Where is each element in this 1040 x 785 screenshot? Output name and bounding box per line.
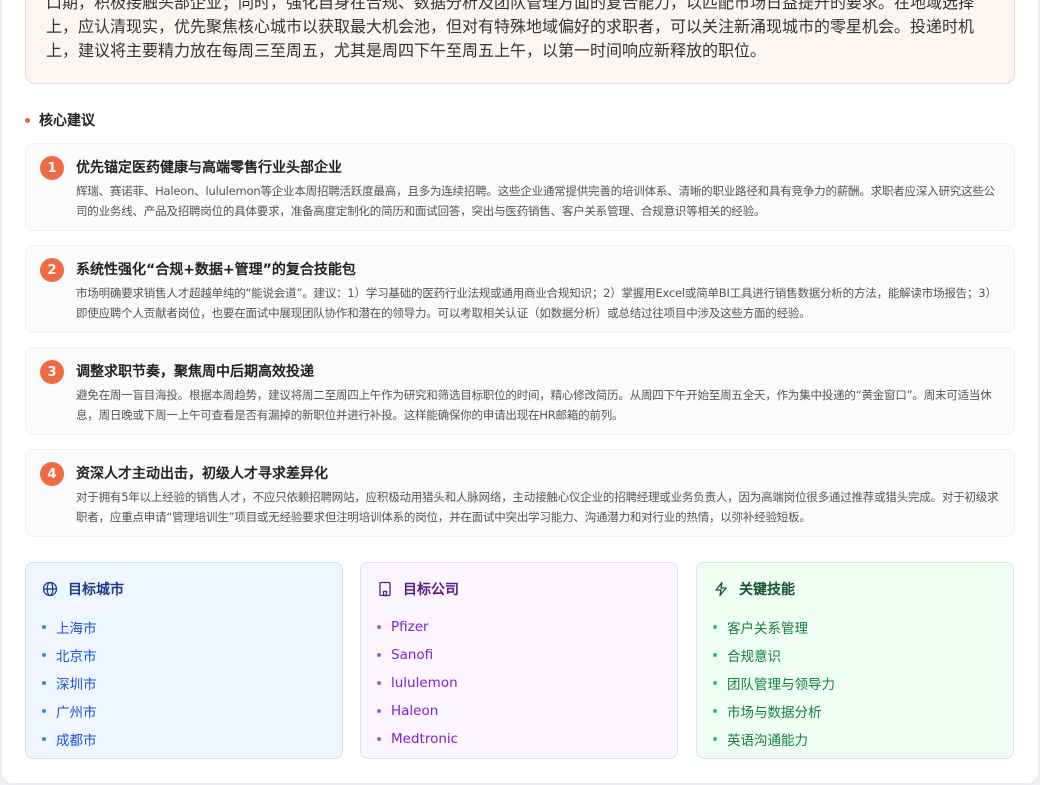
city-list: 上海市 北京市 深圳市 广州市 成都市 <box>42 613 326 753</box>
list-item: 深圳市 <box>42 669 326 697</box>
recommendation-body: 市场明确要求销售人才超越单纯的“能说会道”。建议：1）学习基础的医药行业法规或通… <box>76 286 997 320</box>
bullet-dot-icon <box>25 117 30 123</box>
bullet-icon <box>713 653 717 657</box>
list-item-label: 英语沟通能力 <box>727 733 808 749</box>
bullet-icon <box>713 737 717 741</box>
card-title: 关键技能 <box>739 582 795 598</box>
key-skills-card: 关键技能 客户关系管理 合规意识 团队管理与领导力 市场与数据分析 英语沟通能力 <box>696 562 1014 759</box>
summary-line-2: 上，应认清现实，优先聚焦核心城市以获取最大机会池，但对有特殊地域偏好的求职者，可… <box>46 17 975 36</box>
list-item: 英语沟通能力 <box>713 725 997 753</box>
recommendation-card: 3 调整求职节奏，聚焦周中后期高效投递 避免在周一盲目海投。根据本周趋势，建议将… <box>25 347 1015 435</box>
list-item-label: lululemon <box>391 675 458 691</box>
list-item-label: 客户关系管理 <box>727 621 808 637</box>
list-item-label: 广州市 <box>56 705 97 721</box>
summary-text: 口期，积极接触头部企业；同时，强化自身在合规、数据分析及团队管理方面的复合能力，… <box>46 0 994 63</box>
list-item: Haleon <box>377 697 661 725</box>
list-item-label: 深圳市 <box>56 677 97 693</box>
list-item: 上海市 <box>42 613 326 641</box>
list-item: 合规意识 <box>713 641 997 669</box>
number-badge: 2 <box>40 258 64 282</box>
target-companies-card: 目标公司 Pfizer Sanofi lululemon Haleon Medt… <box>360 562 678 759</box>
summary-line-3: 上，建议将主要精力放在每周三至周五，尤其是周四下午至周五上午，以第一时间响应新释… <box>46 41 767 60</box>
list-item-label: Haleon <box>391 703 439 719</box>
list-item-label: 团队管理与领导力 <box>727 677 835 693</box>
recommendation-body: 避免在周一盲目海投。根据本周趋势，建议将周二至周四上午作为研究和筛选目标职位的时… <box>76 388 992 422</box>
card-title: 目标公司 <box>403 582 459 598</box>
card-header: 目标城市 <box>42 579 326 599</box>
section-title-text: 核心建议 <box>39 113 95 129</box>
list-item: 广州市 <box>42 697 326 725</box>
list-item-label: Pfizer <box>391 619 429 635</box>
list-item: lululemon <box>377 669 661 697</box>
list-item: 市场与数据分析 <box>713 697 997 725</box>
target-cities-card: 目标城市 上海市 北京市 深圳市 广州市 成都市 <box>25 562 343 759</box>
list-item: Sanofi <box>377 641 661 669</box>
recommendation-body: 辉瑞、赛诺菲、Haleon、lululemon等企业本周招聘活跃度最高，且多为连… <box>76 184 995 218</box>
list-item: 客户关系管理 <box>713 613 997 641</box>
recommendation-card: 4 资深人才主动出击，初级人才寻求差异化 对于拥有5年以上经验的销售人才，不应只… <box>25 449 1015 537</box>
number-badge: 4 <box>40 462 64 486</box>
bullet-icon <box>42 737 46 741</box>
bullet-icon <box>377 737 381 741</box>
list-item-label: Medtronic <box>391 731 459 747</box>
bullet-icon <box>42 625 46 629</box>
bullet-icon <box>713 681 717 685</box>
list-item: 团队管理与领导力 <box>713 669 997 697</box>
card-header: 目标公司 <box>377 579 661 599</box>
list-item-label: 市场与数据分析 <box>727 705 822 721</box>
globe-icon <box>42 581 58 597</box>
number-badge: 3 <box>40 360 64 384</box>
lightning-icon <box>713 581 729 597</box>
list-item-label: 北京市 <box>56 649 97 665</box>
list-item: 成都市 <box>42 725 326 753</box>
bullet-icon <box>377 653 381 657</box>
company-list: Pfizer Sanofi lululemon Haleon Medtronic <box>377 613 661 753</box>
card-title: 目标城市 <box>68 582 124 598</box>
recommendation-title: 调整求职节奏，聚焦周中后期高效投递 <box>76 364 314 380</box>
bullet-icon <box>377 681 381 685</box>
recommendation-card: 2 系统性强化“合规+数据+管理”的复合技能包 市场明确要求销售人才超越单纯的“… <box>25 245 1015 333</box>
card-header: 关键技能 <box>713 579 997 599</box>
recommendation-card: 1 优先锚定医药健康与高端零售行业头部企业 辉瑞、赛诺菲、Haleon、lulu… <box>25 143 1015 231</box>
list-item-label: 成都市 <box>56 733 97 749</box>
bullet-icon <box>42 653 46 657</box>
bullet-icon <box>42 681 46 685</box>
list-item-label: 合规意识 <box>727 649 781 665</box>
summary-line-1: 口期，积极接触头部企业；同时，强化自身在合规、数据分析及团队管理方面的复合能力，… <box>46 0 975 12</box>
list-item: Medtronic <box>377 725 661 753</box>
recommendation-title: 资深人才主动出击，初级人才寻求差异化 <box>76 466 328 482</box>
report-page: 口期，积极接触头部企业；同时，强化自身在合规、数据分析及团队管理方面的复合能力，… <box>2 0 1038 783</box>
list-item: 北京市 <box>42 641 326 669</box>
building-icon <box>377 581 393 597</box>
list-item: Pfizer <box>377 613 661 641</box>
bullet-icon <box>377 625 381 629</box>
bullet-icon <box>713 709 717 713</box>
skill-list: 客户关系管理 合规意识 团队管理与领导力 市场与数据分析 英语沟通能力 <box>713 613 997 753</box>
section-title: 核心建议 <box>25 110 95 130</box>
recommendation-title: 系统性强化“合规+数据+管理”的复合技能包 <box>76 262 356 278</box>
recommendation-title: 优先锚定医药健康与高端零售行业头部企业 <box>76 160 342 176</box>
number-badge: 1 <box>40 156 64 180</box>
list-item-label: 上海市 <box>56 621 97 637</box>
bullet-icon <box>377 709 381 713</box>
bullet-icon <box>42 709 46 713</box>
summary-box: 口期，积极接触头部企业；同时，强化自身在合规、数据分析及团队管理方面的复合能力，… <box>25 0 1015 84</box>
recommendation-body: 对于拥有5年以上经验的销售人才，不应只依赖招聘网站，应积极动用猎头和人脉网络，主… <box>76 490 999 524</box>
bullet-icon <box>713 625 717 629</box>
list-item-label: Sanofi <box>391 647 434 663</box>
